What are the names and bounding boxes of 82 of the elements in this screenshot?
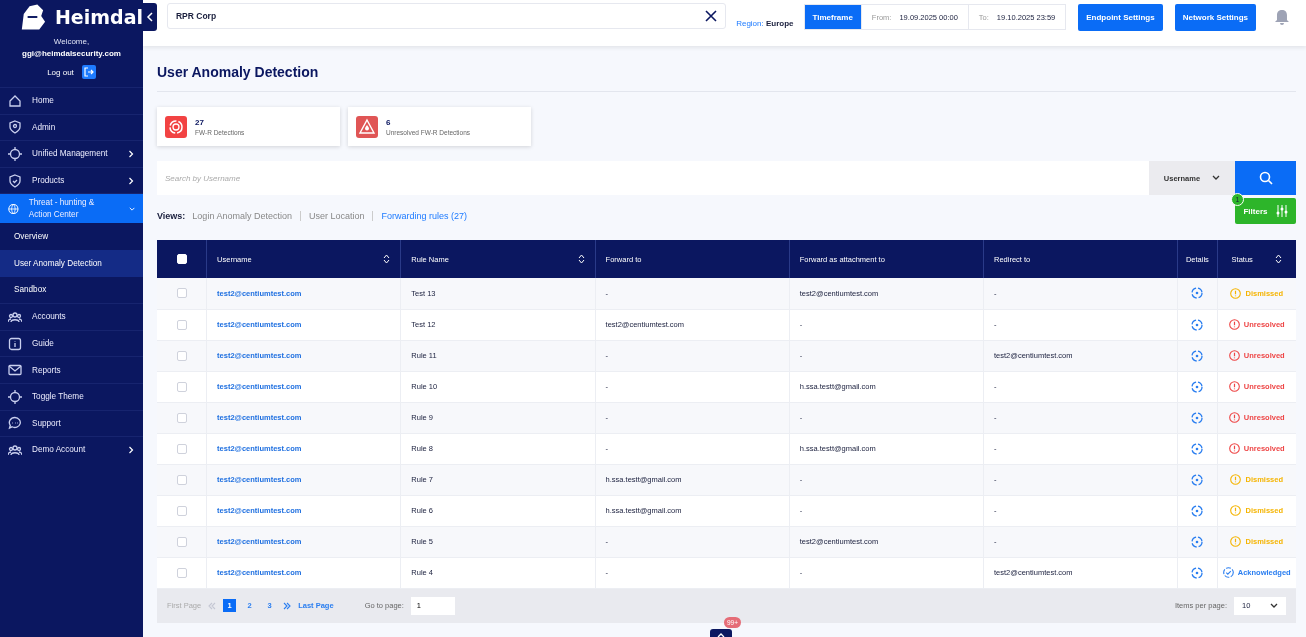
logout-link[interactable]: Log out xyxy=(47,67,74,77)
sliders-icon xyxy=(1275,205,1288,217)
chevron-left-icon xyxy=(146,12,154,22)
details-icon xyxy=(1191,411,1204,424)
details-icon xyxy=(1191,349,1204,362)
settings-button[interactable]: Network Settings xyxy=(1174,3,1257,31)
search-field[interactable]: Search by Username xyxy=(157,161,1149,195)
row-checkbox[interactable] xyxy=(176,288,187,299)
row-checkbox[interactable] xyxy=(176,412,187,423)
alert-circle-icon xyxy=(1230,287,1242,299)
settings-button[interactable]: Endpoint Settings xyxy=(1078,3,1163,31)
envelope-icon xyxy=(8,363,22,378)
chevron-right-icon xyxy=(127,150,135,158)
row-checkbox[interactable] xyxy=(176,567,187,578)
region-value: Europe xyxy=(765,18,794,28)
close-icon xyxy=(705,10,718,22)
double-chevron-left-icon xyxy=(208,601,217,610)
views-label: Views: xyxy=(157,211,186,221)
alert-circle-icon xyxy=(1228,319,1240,330)
logout-button[interactable] xyxy=(81,65,96,79)
row-checkbox[interactable] xyxy=(176,536,187,547)
details-icon xyxy=(1191,287,1204,300)
user-email: ggi@heimdalsecurity.com xyxy=(21,49,122,58)
page-title: User Anomaly Detection xyxy=(157,64,320,80)
nav-item[interactable]: Threat - hunting & Action Center xyxy=(0,193,143,224)
stat-value: 6 xyxy=(386,117,392,127)
region-label: Region: xyxy=(736,18,764,28)
alert-circle-icon xyxy=(1228,443,1240,454)
details-icon xyxy=(1191,380,1204,393)
search-icon xyxy=(1258,171,1273,185)
timeframe-button[interactable]: Timeframe xyxy=(804,5,861,29)
row-checkbox[interactable] xyxy=(176,505,187,516)
ring-icon xyxy=(165,115,187,138)
shield-user-icon xyxy=(8,120,22,135)
submenu-item[interactable]: Overview xyxy=(0,223,143,250)
caret-icon xyxy=(1270,602,1278,609)
check-circle-icon xyxy=(1222,567,1234,578)
view-tab[interactable]: User Location xyxy=(299,211,373,221)
collapse-button[interactable] xyxy=(143,3,157,31)
details-icon xyxy=(1191,318,1204,331)
submenu-item[interactable]: User Anomaly Detection xyxy=(0,249,143,277)
welcome-text: Welcome, xyxy=(52,37,91,46)
caret-icon xyxy=(1212,175,1221,181)
bell-icon xyxy=(1274,8,1290,26)
alert-circle-icon xyxy=(1230,505,1242,516)
users-icon xyxy=(8,309,22,324)
customer-field[interactable]: RPR Corp xyxy=(167,3,727,29)
row-checkbox[interactable] xyxy=(176,350,187,361)
target-icon xyxy=(8,147,22,161)
exit-icon xyxy=(83,67,94,77)
chat-bubble-icon xyxy=(8,416,22,431)
alert-circle-icon xyxy=(1228,412,1240,423)
alert-circle-icon xyxy=(1230,474,1242,485)
submenu-item[interactable]: Sandbox xyxy=(0,276,143,304)
details-icon xyxy=(1191,442,1204,455)
row-checkbox[interactable] xyxy=(176,474,187,485)
info-icon xyxy=(8,336,22,351)
select-all-checkbox[interactable] xyxy=(176,254,187,264)
details-icon xyxy=(1191,504,1204,517)
view-tab[interactable]: Login Anomaly Detection xyxy=(192,211,300,221)
view-tab[interactable]: Forwarding rules (27) xyxy=(372,211,475,221)
globe-icon xyxy=(8,201,19,216)
users-icon xyxy=(8,442,22,457)
alert-circle-icon xyxy=(1230,536,1242,547)
brand-name: Heimdal xyxy=(54,6,143,28)
row-checkbox[interactable] xyxy=(176,443,187,454)
stat-value: 27 xyxy=(195,117,205,127)
details-icon xyxy=(1191,566,1204,579)
details-icon xyxy=(1191,473,1204,486)
chevron-up-icon xyxy=(717,632,725,637)
target-icon xyxy=(8,389,22,404)
alert-circle-icon xyxy=(1228,381,1240,392)
shield-check-icon xyxy=(8,173,22,188)
row-checkbox[interactable] xyxy=(176,319,187,330)
chevron-right-icon xyxy=(127,176,135,185)
home-icon xyxy=(8,93,22,108)
row-checkbox[interactable] xyxy=(176,381,187,392)
chevron-right-icon xyxy=(127,445,135,454)
search-button[interactable] xyxy=(1235,161,1296,195)
double-chevron-right-icon xyxy=(283,601,292,610)
details-icon xyxy=(1191,535,1204,548)
alert-circle-icon xyxy=(1228,350,1240,361)
